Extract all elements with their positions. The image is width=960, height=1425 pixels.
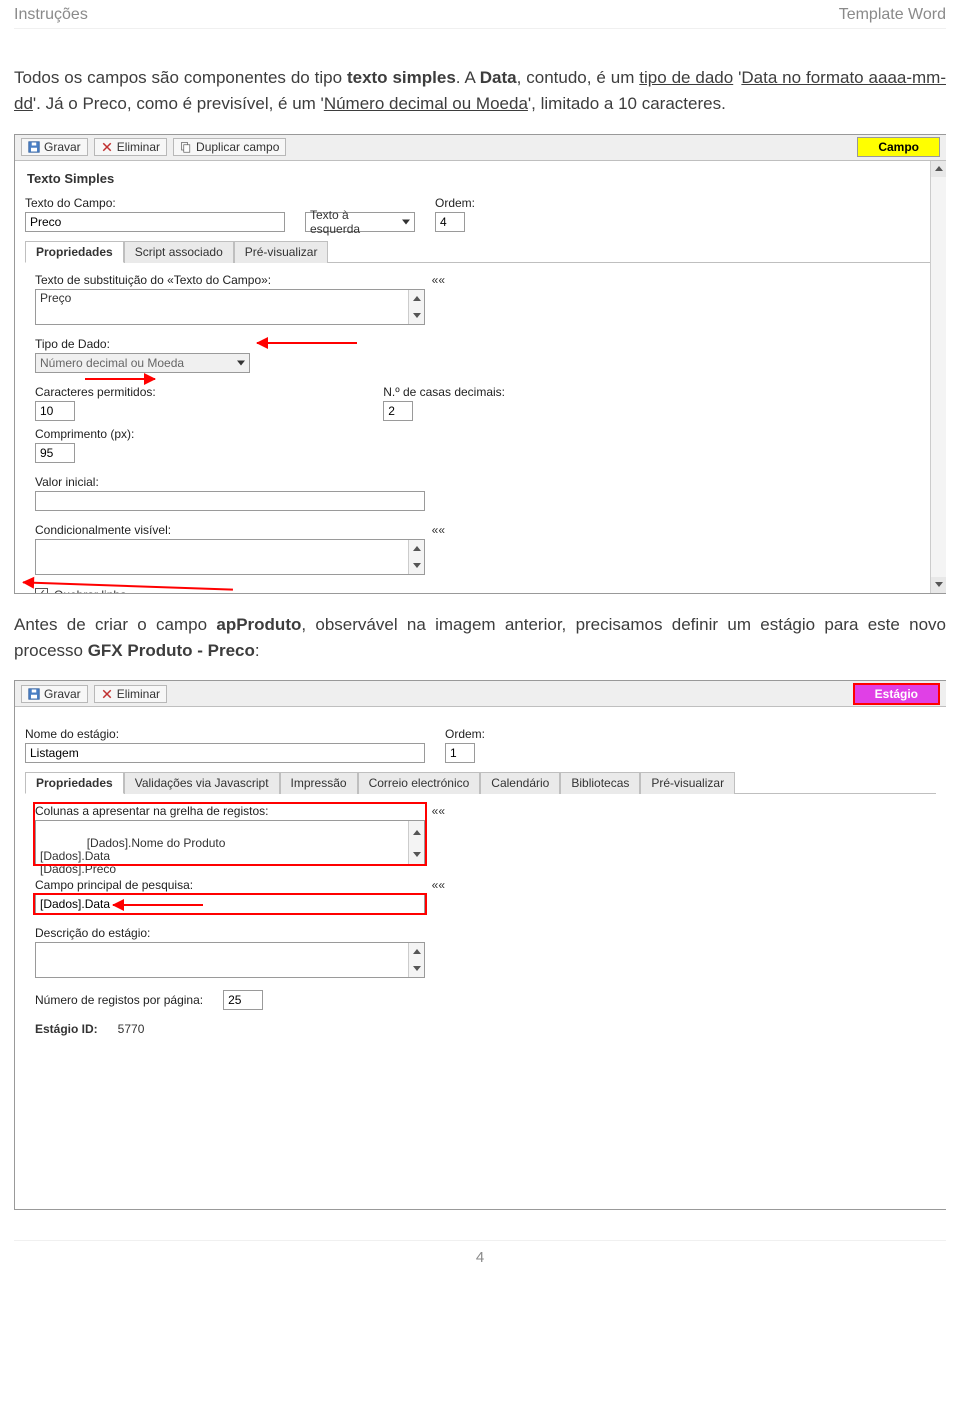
casas-label: N.º de casas decimais: [383, 385, 505, 399]
disk-icon [28, 688, 40, 700]
campo-badge: Campo [857, 137, 940, 157]
toolbar-2: Gravar Eliminar Estágio [15, 681, 946, 707]
annotation-arrow [113, 904, 203, 906]
annotation-arrow [85, 378, 155, 380]
scroll-down-icon[interactable] [408, 307, 424, 324]
texto-campo-label: Texto do Campo: [25, 196, 285, 210]
field-type-title: Texto Simples [27, 171, 936, 186]
tipo-dado-label: Tipo de Dado: [35, 337, 926, 351]
campo-pesquisa-input[interactable] [35, 894, 425, 914]
eliminar-button[interactable]: Eliminar [94, 138, 167, 156]
num-registos-label: Número de registos por página: [35, 993, 203, 1007]
estagio-badge: Estágio [853, 683, 940, 705]
panel-scrollbar[interactable] [930, 161, 946, 593]
comprimento-label: Comprimento (px): [35, 427, 926, 441]
estagio-id-label: Estágio ID: [35, 1022, 98, 1036]
alignment-select[interactable]: Texto à esquerda [305, 212, 415, 232]
valor-inicial-label: Valor inicial: [35, 475, 926, 489]
tab-pre-visualizar[interactable]: Pré-visualizar [234, 241, 329, 263]
colunas-label: Colunas a apresentar na grelha de regist… [35, 804, 268, 818]
eliminar-button[interactable]: Eliminar [94, 685, 167, 703]
scroll-up-icon[interactable] [931, 161, 946, 177]
ordem-input[interactable] [435, 212, 465, 232]
texto-campo-input[interactable] [25, 212, 285, 232]
cond-visivel-label: Condicionalmente visível: [35, 523, 171, 537]
comprimento-input[interactable] [35, 443, 75, 463]
expand-icon[interactable]: «« [424, 804, 445, 820]
delete-icon [101, 688, 113, 700]
scroll-down-icon[interactable] [408, 960, 424, 977]
tab-propriedades[interactable]: Propriedades [25, 241, 124, 263]
gravar-button[interactable]: Gravar [21, 138, 88, 156]
ordem2-input[interactable] [445, 743, 475, 763]
tab-correio[interactable]: Correio electrónico [358, 772, 481, 794]
scroll-down-icon[interactable] [408, 843, 424, 865]
tab-propriedades-2[interactable]: Propriedades [25, 772, 124, 794]
num-registos-input[interactable] [223, 990, 263, 1010]
caracteres-input[interactable] [35, 401, 75, 421]
scroll-down-icon[interactable] [408, 557, 424, 574]
scroll-up-icon[interactable] [408, 540, 424, 557]
gravar-button[interactable]: Gravar [21, 685, 88, 703]
ordem2-label: Ordem: [445, 727, 485, 741]
substituicao-input[interactable]: Preço [35, 289, 425, 325]
casas-input[interactable] [383, 401, 413, 421]
estagio-id-value: 5770 [118, 1022, 145, 1036]
tab-impressao[interactable]: Impressão [280, 772, 358, 794]
caracteres-label: Caracteres permitidos: [35, 385, 156, 399]
copy-icon [180, 141, 192, 153]
scroll-up-icon[interactable] [408, 943, 424, 960]
nome-estagio-label: Nome do estágio: [25, 727, 425, 741]
quebrar-linha-checkbox[interactable] [35, 588, 48, 594]
scroll-down-icon[interactable] [931, 577, 946, 593]
expand-icon[interactable]: «« [424, 273, 445, 289]
tipo-dado-select[interactable]: Número decimal ou Moeda [35, 353, 250, 373]
tab-script[interactable]: Script associado [124, 241, 234, 263]
expand-icon[interactable]: «« [424, 878, 445, 894]
tab-validacoes[interactable]: Validações via Javascript [124, 772, 280, 794]
page-number: 4 [14, 1240, 946, 1266]
colunas-input[interactable]: [Dados].Nome do Produto [Dados].Data [Da… [35, 820, 425, 866]
tab-bibliotecas[interactable]: Bibliotecas [560, 772, 640, 794]
descricao-label: Descrição do estágio: [35, 926, 926, 940]
substituicao-label: Texto de substituição do «Texto do Campo… [35, 273, 271, 287]
nome-estagio-input[interactable] [25, 743, 425, 763]
paragraph-1: Todos os campos são componentes do tipo … [14, 65, 946, 118]
cond-visivel-input[interactable] [35, 539, 425, 575]
scroll-up-icon[interactable] [408, 290, 424, 307]
delete-icon [101, 141, 113, 153]
quebrar-linha-label: Quebrar linha [54, 588, 127, 594]
tab-pre-visualizar-2[interactable]: Pré-visualizar [640, 772, 735, 794]
ordem-label: Ordem: [435, 196, 475, 210]
tab-calendario[interactable]: Calendário [480, 772, 560, 794]
paragraph-2: Antes de criar o campo apProduto, observ… [14, 612, 946, 665]
descricao-input[interactable] [35, 942, 425, 978]
disk-icon [28, 141, 40, 153]
valor-inicial-input[interactable] [35, 491, 425, 511]
duplicar-button[interactable]: Duplicar campo [173, 138, 286, 156]
header-right: Template Word [839, 6, 946, 24]
toolbar-1: Gravar Eliminar Duplicar campo Campo [15, 135, 946, 161]
expand-icon[interactable]: «« [424, 523, 445, 539]
scroll-up-icon[interactable] [408, 821, 424, 843]
annotation-arrow [257, 342, 357, 344]
header-left: Instruções [14, 6, 88, 24]
